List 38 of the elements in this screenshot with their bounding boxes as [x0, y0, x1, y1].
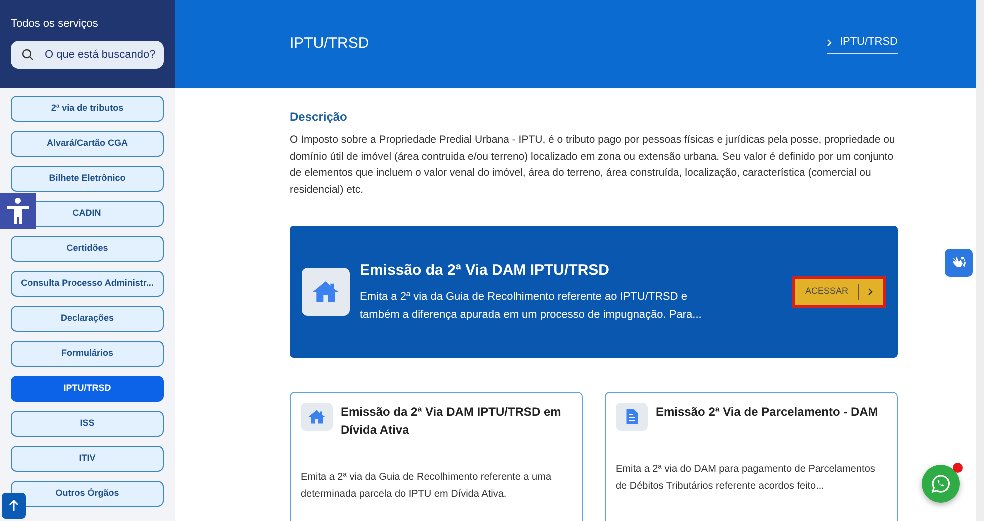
service-title: Emissão da 2ª Via DAM IPTU/TRSD em Dívida Ativa: [341, 404, 562, 439]
search-icon: [22, 48, 34, 60]
sidebar-item[interactable]: CADIN: [36, 201, 164, 227]
description-heading: Descrição: [290, 109, 348, 126]
chevron-right-icon: [868, 288, 872, 296]
scroll-top-button[interactable]: [2, 493, 26, 519]
service-card[interactable]: Emissão da 2ª Via DAM IPTU/TRSD em Dívida Ativa Emita a 2ª via da Guia de Recolhimento referente a uma determinada parcela do IPTU em Dívida Ativa.: [290, 392, 583, 521]
whatsapp-button[interactable]: [922, 465, 960, 503]
arrow-up-icon: [9, 500, 19, 512]
sidebar-item[interactable]: Declarações: [11, 306, 164, 332]
sidebar-item[interactable]: 2ª via de tributos: [11, 96, 164, 122]
sidebar-item[interactable]: ITIV: [11, 446, 164, 472]
sidebar-item[interactable]: Certidões: [11, 236, 164, 262]
search-field[interactable]: O que está buscando?: [11, 40, 164, 68]
sidebar-item[interactable]: Outros Órgãos: [11, 481, 164, 507]
featured-service-text: Emita a 2ª via da Guia de Recolhimento referente ao IPTU/TRSD e também a diferença apurada em um processo de impugnação. Para...: [360, 290, 703, 324]
accessibility-button[interactable]: [0, 193, 36, 229]
chat-phone-icon: [931, 474, 951, 494]
service-text: Emita a 2ª via da Guia de Recolhimento referente a uma determinada parcela do IPTU em Dívida Ativa.: [301, 471, 553, 502]
person-icon: [6, 198, 30, 224]
sidebar-item[interactable]: Alvará/Cartão CGA: [11, 131, 164, 157]
sidebar-item[interactable]: Formulários: [11, 341, 164, 367]
service-title: Emissão 2ª Via de Parcelamento - DAM: [656, 404, 878, 421]
sidebar-title: Todos os serviços: [11, 17, 100, 32]
service-card[interactable]: Emissão 2ª Via de Parcelamento - DAM Emita a 2ª via do DAM para pagamento de Parcelamentos de Débitos Tributários referente acordos feito...: [605, 392, 898, 521]
description-text: O Imposto sobre a Propriedade Predial Urbana - IPTU, é o tributo pago por pessoas físicas e jurídicas pela posse, propriedade ou domínio útil de imóvel (área contruida e/ou terreno) localizado em zona ou extensão urbana. Seu valor é definido por um conjunto de elementos que incluem o valor venal do imóvel, área do terreno, área construída, localização, característica (comercial ou residencial) etc.: [290, 133, 896, 198]
access-button[interactable]: ACESSAR: [792, 276, 886, 308]
breadcrumb-link[interactable]: IPTU/TRSD: [826, 34, 898, 54]
sidebar-item[interactable]: ISS: [11, 411, 164, 437]
service-text: Emita a 2ª via do DAM para pagamento de Parcelamentos de Débitos Tributários referente acordos feito...: [616, 463, 876, 494]
sidebar-item[interactable]: IPTU/TRSD: [11, 376, 164, 402]
page-title: IPTU/TRSD: [290, 34, 370, 54]
sidebar-item[interactable]: Bilhete Eletrônico: [11, 166, 164, 192]
chevron-right-icon: [826, 38, 832, 46]
featured-service-title: Emissão da 2ª Via DAM IPTU/TRSD: [360, 260, 611, 281]
sign-language-button[interactable]: [945, 249, 973, 277]
sidebar-item[interactable]: Consulta Processo Administr...: [11, 271, 164, 297]
house-icon: [308, 408, 326, 426]
